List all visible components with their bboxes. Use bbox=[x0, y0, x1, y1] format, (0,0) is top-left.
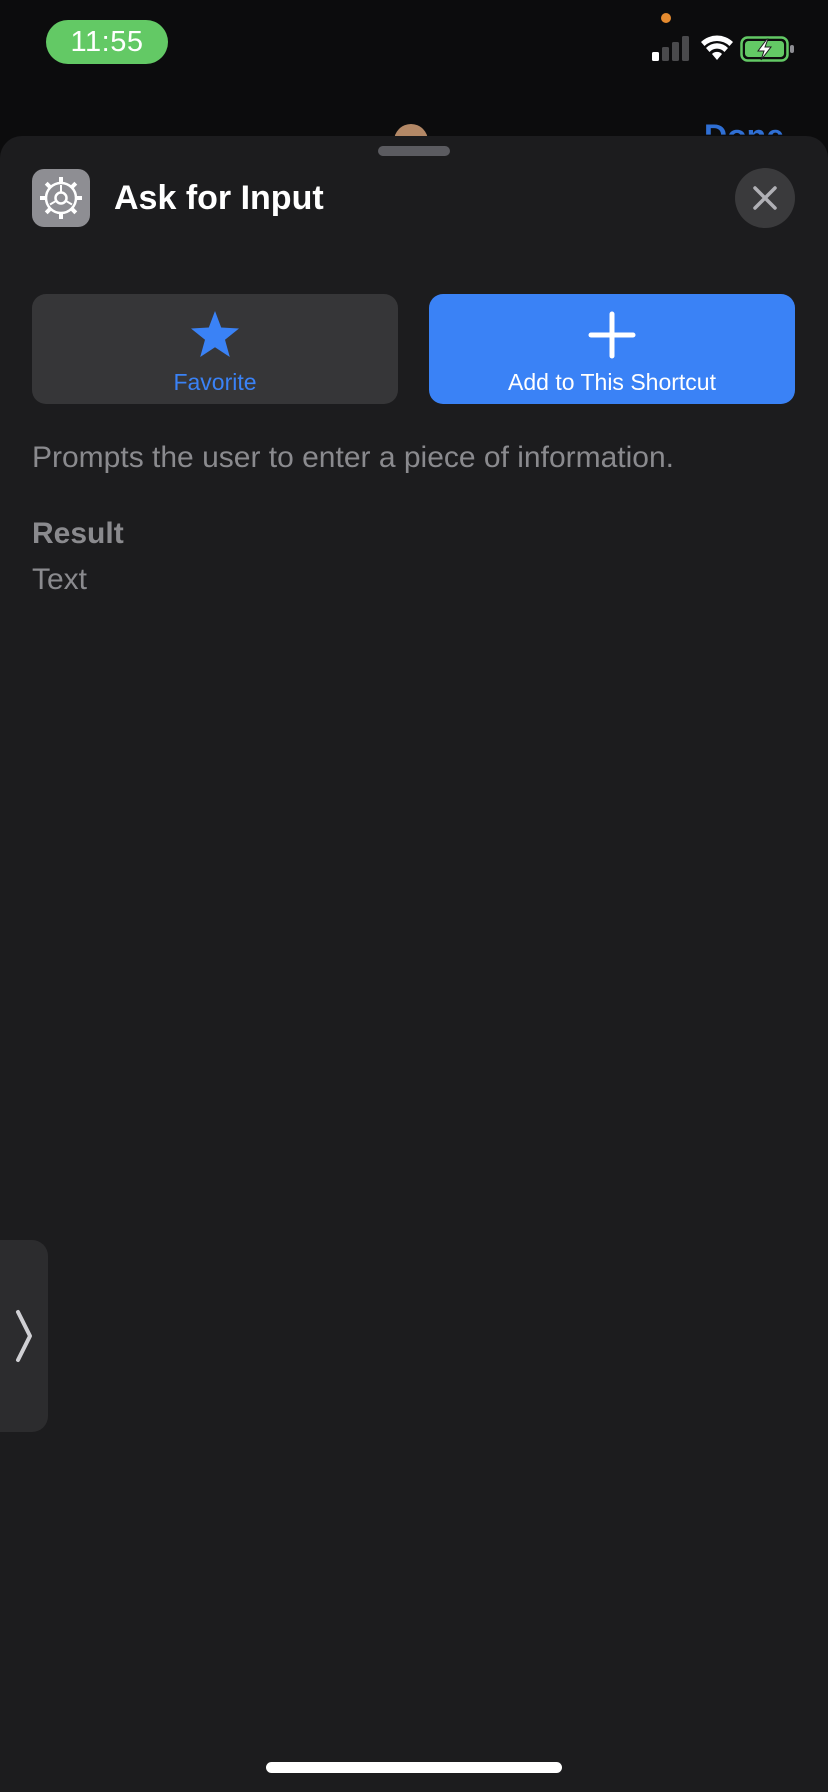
status-bar: 11:55 bbox=[0, 0, 828, 90]
plus-icon bbox=[588, 311, 636, 359]
add-to-shortcut-label: Add to This Shortcut bbox=[508, 369, 716, 395]
close-icon bbox=[753, 186, 777, 210]
signal-icon bbox=[652, 36, 689, 61]
add-to-shortcut-button[interactable]: Add to This Shortcut bbox=[429, 294, 795, 404]
privacy-indicator bbox=[661, 13, 671, 23]
star-icon bbox=[191, 311, 239, 357]
home-indicator[interactable] bbox=[266, 1762, 562, 1773]
result-value: Text bbox=[32, 563, 88, 596]
gear-icon bbox=[40, 177, 82, 219]
close-button[interactable] bbox=[735, 168, 795, 228]
chevron-right-icon bbox=[16, 1310, 32, 1362]
wifi-icon bbox=[701, 35, 733, 60]
action-detail-sheet: Ask for Input Favorite Add to This Short… bbox=[0, 136, 828, 1792]
result-heading: Result bbox=[32, 517, 124, 550]
status-time[interactable]: 11:55 bbox=[46, 20, 168, 64]
favorite-button[interactable]: Favorite bbox=[32, 294, 398, 404]
sheet-grabber[interactable] bbox=[378, 146, 450, 156]
sheet-title: Ask for Input bbox=[114, 179, 324, 217]
screen: 11:55 Done bbox=[0, 0, 828, 1792]
battery-charging-icon bbox=[740, 36, 794, 62]
side-expand-tab[interactable] bbox=[0, 1240, 48, 1432]
action-icon bbox=[32, 169, 90, 227]
favorite-label: Favorite bbox=[173, 369, 257, 395]
action-description: Prompts the user to enter a piece of inf… bbox=[32, 441, 674, 474]
